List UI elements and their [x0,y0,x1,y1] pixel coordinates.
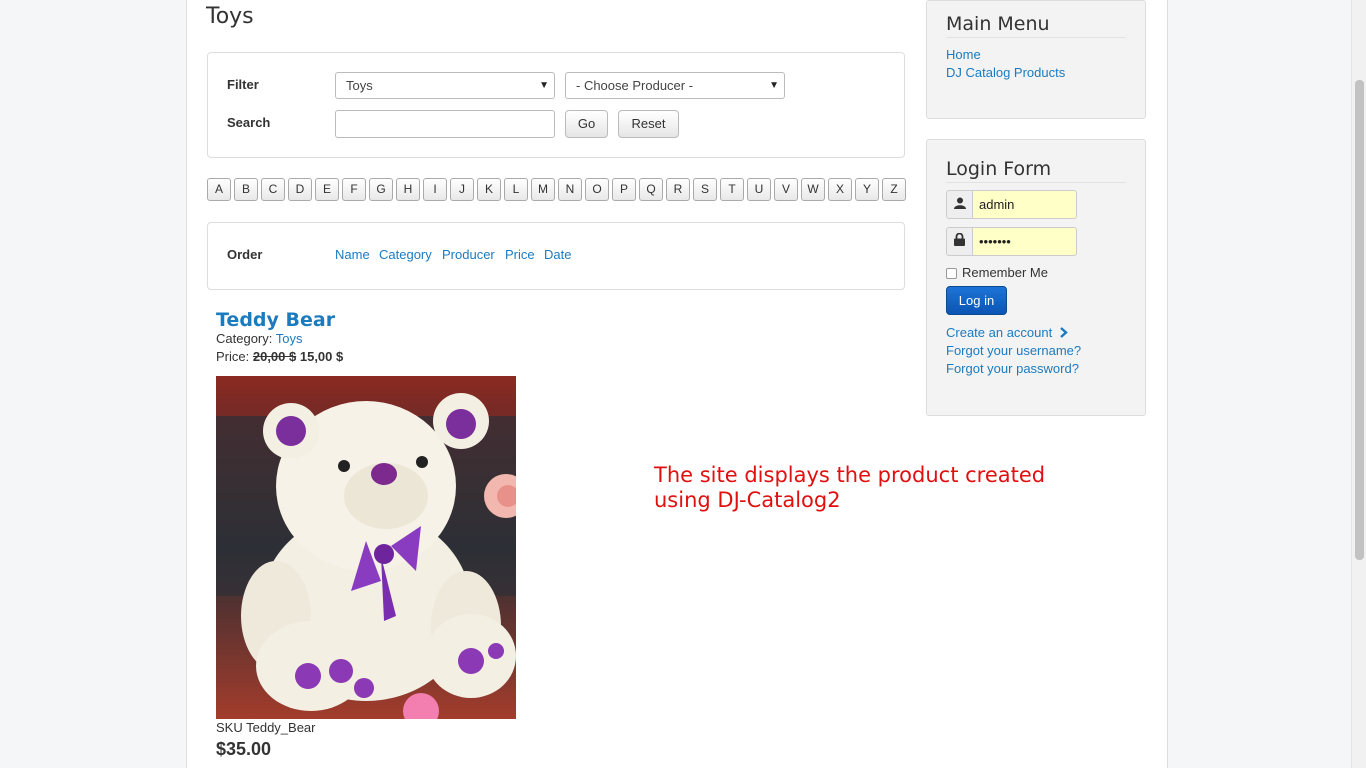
letter-button-b[interactable]: B [234,178,258,201]
search-input[interactable] [335,110,555,138]
search-label: Search [227,115,271,130]
dropdown-arrow-icon: ▼ [769,80,779,91]
old-price: 20,00 $ [252,349,297,364]
category-select-value: Toys [346,78,373,93]
filter-box: Filter Toys ▼ - Choose Producer - ▼ Sear… [207,52,905,158]
letter-button-k[interactable]: K [477,178,501,201]
letter-button-n[interactable]: N [558,178,582,201]
letter-button-l[interactable]: L [504,178,528,201]
login-form-module: Login Form admin ••••••• Remember Me Log… [926,139,1146,416]
letter-button-j[interactable]: J [450,178,474,201]
page-scrollbar[interactable] [1351,0,1366,768]
letter-button-z[interactable]: Z [882,178,906,201]
product-price: Price: 20,00 $ 15,00 $ [216,349,343,364]
forgot-username-link[interactable]: Forgot your username? [946,343,1081,358]
new-price: 15,00 $ [299,349,344,364]
category-link[interactable]: Toys [276,331,303,346]
dropdown-arrow-icon: ▼ [539,80,549,91]
filter-label: Filter [227,77,259,92]
letter-button-t[interactable]: T [720,178,744,201]
letter-button-w[interactable]: W [801,178,825,201]
producer-select[interactable]: - Choose Producer - ▼ [565,72,785,99]
product-image[interactable] [216,376,516,719]
letter-button-y[interactable]: Y [855,178,879,201]
category-label: Category: [216,331,273,346]
price-label: Price: [216,349,250,364]
product-sku: SKU Teddy_Bear [216,720,316,735]
password-field[interactable]: ••••••• [973,227,1077,256]
login-button[interactable]: Log in [946,286,1007,315]
lock-icon [946,227,973,256]
annotation-caption: The site displays the product created us… [654,463,1046,512]
order-by-price[interactable]: Price [505,247,535,262]
scrollbar-thumb[interactable] [1355,80,1364,560]
letter-button-h[interactable]: H [396,178,420,201]
order-by-category[interactable]: Category [379,247,432,262]
letter-button-f[interactable]: F [342,178,366,201]
letter-button-p[interactable]: P [612,178,636,201]
letter-button-r[interactable]: R [666,178,690,201]
letter-button-q[interactable]: Q [639,178,663,201]
username-row: admin [946,190,1077,219]
create-account-label: Create an account [946,325,1053,340]
reset-button[interactable]: Reset [618,110,679,138]
letter-button-a[interactable]: A [207,178,231,201]
category-select[interactable]: Toys ▼ [335,72,555,99]
letter-button-e[interactable]: E [315,178,339,201]
order-by-name[interactable]: Name [335,247,370,262]
letter-button-u[interactable]: U [747,178,771,201]
password-row: ••••••• [946,227,1077,256]
letter-button-x[interactable]: X [828,178,852,201]
main-menu-module: Main Menu Home DJ Catalog Products [926,0,1146,119]
letter-button-d[interactable]: D [288,178,312,201]
letter-button-v[interactable]: V [774,178,798,201]
letter-button-c[interactable]: C [261,178,285,201]
order-by-date[interactable]: Date [544,247,571,262]
main-menu-title: Main Menu [946,13,1126,38]
login-form-title: Login Form [946,158,1126,183]
product-category: Category: Toys [216,331,303,346]
username-field[interactable]: admin [973,190,1077,219]
letter-button-s[interactable]: S [693,178,717,201]
letter-button-i[interactable]: I [423,178,447,201]
chevron-right-icon [1060,327,1068,338]
producer-select-value: - Choose Producer - [576,78,694,93]
user-icon [946,190,973,219]
order-box: Order Name Category Producer Price Date [207,222,905,290]
menu-item-dj-catalog-products[interactable]: DJ Catalog Products [946,65,1065,80]
remember-me-checkbox[interactable] [946,268,957,279]
product-price-large: $35.00 [216,739,272,759]
letter-button-m[interactable]: M [531,178,555,201]
letter-button-o[interactable]: O [585,178,609,201]
menu-item-home[interactable]: Home [946,47,981,62]
go-button[interactable]: Go [565,110,608,138]
order-label: Order [227,247,263,262]
page-title: Toys [206,4,254,29]
product-title[interactable]: Teddy Bear [216,309,335,331]
order-by-producer[interactable]: Producer [442,247,495,262]
letter-button-g[interactable]: G [369,178,393,201]
remember-me-label: Remember Me [962,265,1048,280]
create-account-link[interactable]: Create an account [946,325,1069,340]
forgot-password-link[interactable]: Forgot your password? [946,361,1079,376]
